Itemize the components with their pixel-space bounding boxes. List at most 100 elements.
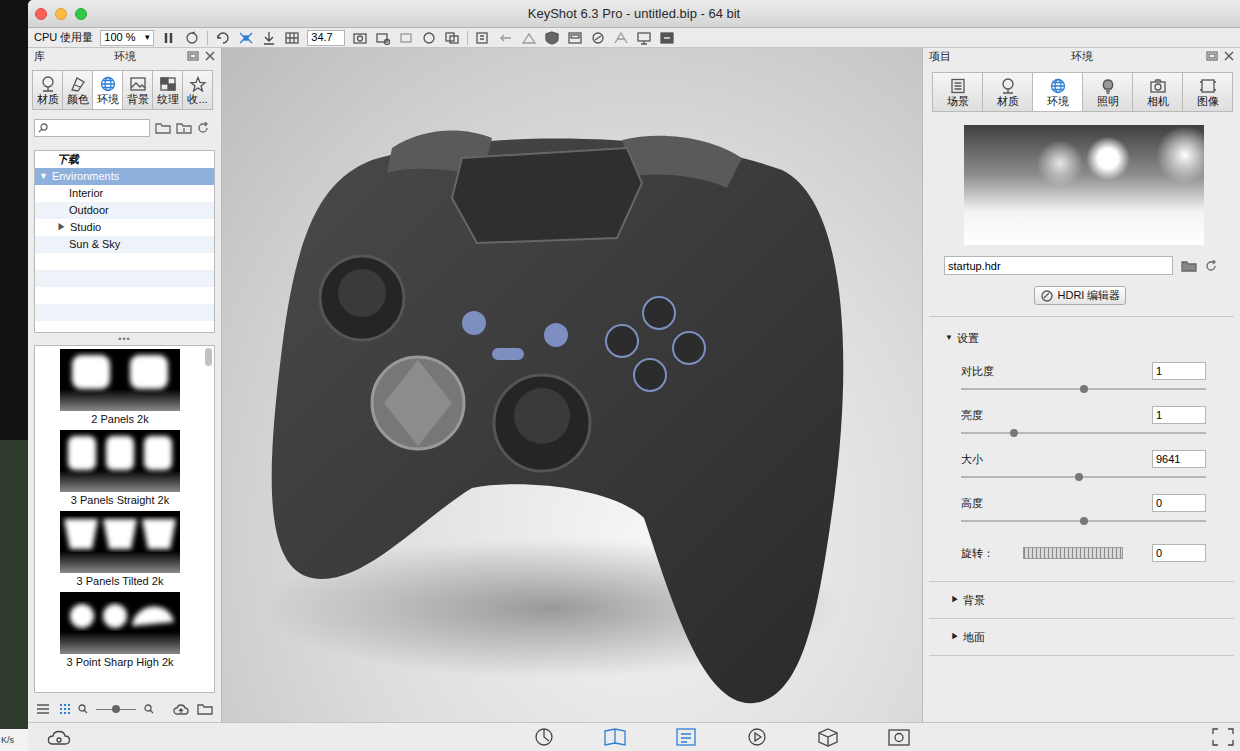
tab[interactable]: 照明 bbox=[1082, 72, 1133, 112]
collapsed-section[interactable]: ▶背景 bbox=[929, 582, 1234, 619]
tree-item[interactable]: 下载 bbox=[35, 151, 214, 168]
pause-icon[interactable] bbox=[161, 31, 177, 45]
sync-icon[interactable] bbox=[421, 31, 437, 45]
render-viewport[interactable] bbox=[222, 48, 922, 722]
cycle-icon[interactable] bbox=[184, 31, 200, 45]
tab[interactable]: 纹理 bbox=[152, 70, 183, 110]
grid-icon[interactable] bbox=[284, 31, 300, 45]
slider-value[interactable] bbox=[1152, 406, 1206, 424]
restore-icon[interactable] bbox=[1206, 51, 1218, 61]
studio-icon[interactable] bbox=[521, 31, 537, 45]
tree-item[interactable]: ▶Studio bbox=[35, 219, 214, 236]
rotate-icon[interactable] bbox=[215, 31, 231, 45]
scrollbar-thumb[interactable] bbox=[205, 348, 212, 366]
search-field[interactable] bbox=[34, 119, 150, 137]
fullscreen-icon[interactable] bbox=[1210, 726, 1236, 748]
tree-item[interactable]: Sun & Sky bbox=[35, 236, 214, 253]
curve-icon[interactable] bbox=[590, 31, 606, 45]
zoom-button[interactable] bbox=[75, 8, 87, 20]
animation-icon[interactable] bbox=[744, 726, 770, 748]
tab[interactable]: 图像 bbox=[1182, 72, 1233, 112]
close-icon[interactable] bbox=[1224, 51, 1234, 61]
tab[interactable]: 收... bbox=[182, 70, 213, 110]
library-book-icon[interactable] bbox=[602, 726, 628, 748]
add-folder-icon[interactable] bbox=[155, 122, 171, 134]
geometry-icon[interactable] bbox=[613, 31, 629, 45]
thumbnail-item[interactable]: 3 Panels Tilted 2k bbox=[60, 511, 180, 592]
slider-value[interactable] bbox=[1152, 450, 1206, 468]
folder-icon[interactable] bbox=[197, 703, 213, 715]
slider-value[interactable] bbox=[1152, 362, 1206, 380]
screenshot-settings-icon[interactable] bbox=[375, 31, 391, 45]
tab[interactable]: 环境 bbox=[92, 70, 123, 110]
section-toggle[interactable]: ▶ bbox=[951, 631, 959, 643]
hdri-editor-button[interactable]: HDRI 编辑器 bbox=[1034, 286, 1127, 305]
thumbnail-size-slider[interactable] bbox=[96, 705, 136, 713]
slider-track[interactable] bbox=[961, 432, 1206, 434]
zoom-in-icon[interactable] bbox=[144, 704, 154, 714]
download-icon[interactable] bbox=[261, 31, 277, 45]
refresh-icon[interactable] bbox=[197, 122, 209, 134]
settings-section-header[interactable]: ▼设置 bbox=[923, 323, 1240, 353]
thumbnail-item[interactable]: 2 Panels 2k bbox=[60, 349, 180, 430]
tab[interactable]: 场景 bbox=[932, 72, 983, 112]
scrollbar[interactable] bbox=[205, 346, 214, 692]
hdri-file-field[interactable] bbox=[944, 256, 1173, 275]
panel-icon[interactable] bbox=[567, 31, 583, 45]
import-folder-icon[interactable] bbox=[176, 122, 192, 134]
tree-item[interactable]: ▼Environments bbox=[35, 168, 214, 185]
tab[interactable]: 背景 bbox=[122, 70, 153, 110]
tab[interactable]: 颜色 bbox=[62, 70, 93, 110]
tree-item[interactable]: Outdoor bbox=[35, 202, 214, 219]
fov-field[interactable] bbox=[307, 30, 345, 46]
import-icon[interactable] bbox=[531, 726, 557, 748]
rotation-wheel[interactable] bbox=[1023, 547, 1123, 559]
add-scene-icon[interactable] bbox=[475, 31, 491, 45]
slider-knob[interactable] bbox=[1080, 385, 1088, 393]
tab[interactable]: 环境 bbox=[1032, 72, 1083, 112]
cpu-dropdown[interactable]: 100 %▾ bbox=[100, 30, 154, 46]
slider-knob[interactable] bbox=[112, 705, 120, 713]
render-icon[interactable] bbox=[886, 726, 912, 748]
section-toggle[interactable]: ▶ bbox=[951, 594, 959, 606]
close-icon[interactable] bbox=[205, 51, 215, 61]
slider-track[interactable] bbox=[961, 476, 1206, 478]
close-button[interactable] bbox=[35, 8, 47, 20]
minimize-button[interactable] bbox=[55, 8, 67, 20]
zoom-out-icon[interactable] bbox=[78, 704, 88, 714]
project-list-icon[interactable] bbox=[673, 726, 699, 748]
splitter[interactable]: ••• bbox=[28, 333, 221, 345]
tab[interactable]: 材质 bbox=[982, 72, 1033, 112]
present-icon[interactable] bbox=[636, 31, 652, 45]
copy-icon[interactable] bbox=[444, 31, 460, 45]
tree-item[interactable]: Interior bbox=[35, 185, 214, 202]
screenshot-icon[interactable] bbox=[352, 31, 368, 45]
keyshotxr-icon[interactable] bbox=[815, 726, 841, 748]
nav-icon[interactable] bbox=[498, 31, 514, 45]
open-folder-icon[interactable] bbox=[1181, 260, 1197, 272]
reload-icon[interactable] bbox=[1205, 260, 1217, 272]
tree-toggle[interactable]: ▶ bbox=[57, 221, 70, 235]
fit-view-icon[interactable] bbox=[238, 31, 254, 45]
thumbnail-item[interactable]: 3 Point Sharp High 2k bbox=[60, 592, 180, 673]
script-icon[interactable] bbox=[659, 31, 675, 45]
slider-value[interactable] bbox=[1152, 494, 1206, 512]
slider-knob[interactable] bbox=[1080, 517, 1088, 525]
restore-icon[interactable] bbox=[187, 51, 199, 61]
cloud-upload-icon[interactable] bbox=[173, 703, 189, 715]
thumbnail-item[interactable]: 3 Panels Straight 2k bbox=[60, 430, 180, 511]
slider-track[interactable] bbox=[961, 388, 1206, 390]
list-view-icon[interactable] bbox=[36, 703, 50, 715]
scene-icon[interactable] bbox=[398, 31, 414, 45]
slider-knob[interactable] bbox=[1075, 473, 1083, 481]
slider-knob[interactable] bbox=[1010, 429, 1018, 437]
collapsed-section[interactable]: ▶地面 bbox=[929, 619, 1234, 656]
tab[interactable]: 材质 bbox=[32, 70, 63, 110]
section-toggle[interactable]: ▼ bbox=[945, 332, 953, 344]
tab[interactable]: 相机 bbox=[1132, 72, 1183, 112]
shield-icon[interactable] bbox=[544, 31, 560, 45]
rotation-value[interactable] bbox=[1152, 544, 1206, 562]
cloud-icon[interactable] bbox=[46, 726, 72, 748]
grid-view-icon[interactable] bbox=[58, 703, 70, 715]
tree-toggle[interactable]: ▼ bbox=[39, 170, 52, 184]
